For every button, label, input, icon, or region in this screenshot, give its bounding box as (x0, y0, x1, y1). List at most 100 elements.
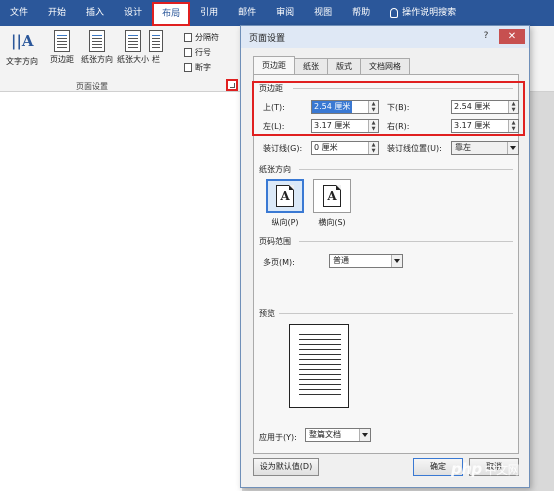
margins-button[interactable]: 页边距 (42, 30, 82, 65)
multiple-pages-value: 普通 (333, 256, 349, 265)
tab-design[interactable]: 设计 (114, 0, 152, 26)
preview-line (299, 344, 341, 345)
tab-review[interactable]: 审阅 (266, 0, 304, 26)
help-icon[interactable]: ? (479, 30, 493, 43)
portrait-option[interactable]: A (266, 179, 304, 213)
watermark-suffix: 中文网 (484, 463, 520, 477)
tab-paper[interactable]: 纸张 (294, 58, 328, 74)
orientation-button[interactable]: 纸张方向 (77, 30, 117, 65)
bottom-margin-input[interactable]: 2.54 厘米 ▲ ▼ (451, 100, 519, 114)
preview-line (299, 339, 341, 340)
gutter-value: 0 厘米 (314, 143, 338, 152)
hyphenation-label: 断字 (195, 63, 211, 72)
left-margin-value: 3.17 厘米 (314, 121, 351, 130)
left-margin-input[interactable]: 3.17 厘米 ▲ ▼ (311, 119, 379, 133)
tab-layout[interactable]: 布局 (152, 1, 191, 26)
tab-mailings[interactable]: 邮件 (228, 0, 266, 26)
right-margin-label: 右(R): (387, 122, 410, 131)
dialog-tabs: 页边距 纸张 版式 文档网格 (253, 56, 410, 74)
text-direction-label: 文字方向 (6, 57, 38, 66)
top-margin-input[interactable]: 2.54 厘米 ▲ ▼ (311, 100, 379, 114)
preview-line (299, 359, 341, 360)
margins-icon (54, 30, 70, 52)
multiple-pages-label: 多页(M): (263, 258, 295, 267)
tab-help[interactable]: 帮助 (342, 0, 380, 26)
columns-icon (149, 30, 163, 52)
set-as-default-button[interactable]: 设为默认值(D) (253, 458, 319, 476)
preview-line (299, 389, 341, 390)
document-page[interactable] (0, 92, 242, 491)
lightbulb-icon (390, 8, 399, 18)
tab-view[interactable]: 视图 (304, 0, 342, 26)
line-numbers-label: 行号 (195, 48, 211, 57)
bottom-margin-value: 2.54 厘米 (454, 102, 491, 111)
page-setup-group-label: 页面设置 (76, 82, 108, 91)
ribbon-tab-bar: 文件 开始 插入 设计 布局 引用 邮件 审阅 视图 帮助 操作说明搜索 (0, 0, 554, 26)
right-margin-input[interactable]: 3.17 厘米 ▲ ▼ (451, 119, 519, 133)
gutter-position-label: 装订线位置(U): (387, 144, 442, 153)
chevron-down-icon (391, 255, 402, 267)
landscape-option[interactable]: A (313, 179, 351, 213)
orientation-divider (299, 169, 513, 170)
tab-home[interactable]: 开始 (38, 0, 76, 26)
php-watermark-logo: php 中文网 (451, 460, 547, 484)
apply-to-select[interactable]: 整篇文档 (305, 428, 371, 442)
preview-line (299, 394, 341, 395)
gutter-input[interactable]: 0 厘米 ▲ ▼ (311, 141, 379, 155)
preview-line (299, 374, 341, 375)
breaks-button[interactable]: 分隔符 (184, 32, 219, 43)
gutter-position-select[interactable]: 靠左 (451, 141, 519, 155)
watermark-brand: php (451, 460, 482, 478)
tell-me-label: 操作说明搜索 (402, 8, 457, 18)
tab-document-grid[interactable]: 文档网格 (360, 58, 410, 74)
line-numbers-icon (184, 48, 192, 57)
dialog-title-bar: 页面设置 ? ✕ (241, 26, 529, 48)
tab-margins[interactable]: 页边距 (253, 56, 295, 74)
tab-file[interactable]: 文件 (0, 0, 38, 26)
right-margin-spinner-icon[interactable]: ▲ ▼ (508, 120, 518, 132)
dialog-title: 页面设置 (249, 33, 286, 44)
text-direction-button[interactable]: ||A 文字方向 (2, 30, 42, 67)
tab-layout-dialog[interactable]: 版式 (327, 58, 361, 74)
text-direction-icon: ||A (11, 32, 34, 50)
pages-section-title: 页码范围 (259, 237, 291, 246)
preview-page (289, 324, 349, 408)
preview-line (299, 364, 341, 365)
top-margin-spinner-icon[interactable]: ▲ ▼ (368, 101, 378, 113)
orientation-icon (89, 30, 105, 52)
pages-divider (299, 241, 513, 242)
size-icon (125, 30, 141, 52)
preview-line (299, 369, 341, 370)
preview-line (299, 334, 341, 335)
breaks-icon (184, 33, 192, 42)
chevron-down-icon (507, 142, 518, 154)
line-numbers-button[interactable]: 行号 (184, 47, 211, 58)
chevron-down-icon (359, 429, 370, 441)
page-setup-launcher-icon[interactable] (226, 79, 238, 91)
landscape-label: 横向(S) (318, 218, 346, 227)
orientation-label: 纸张方向 (81, 55, 113, 64)
tab-references[interactable]: 引用 (190, 0, 228, 26)
gutter-spinner-icon[interactable]: ▲ ▼ (368, 142, 378, 154)
bottom-margin-label: 下(B): (387, 103, 410, 112)
right-margin-value: 3.17 厘米 (454, 121, 491, 130)
preview-line (299, 349, 341, 350)
tab-insert[interactable]: 插入 (76, 0, 114, 26)
gutter-label: 装订线(G): (263, 144, 303, 153)
hyphenation-button[interactable]: 断字 (184, 62, 211, 73)
columns-button[interactable]: 栏 (145, 30, 167, 65)
columns-label: 栏 (152, 55, 160, 64)
portrait-label: 纵向(P) (271, 218, 299, 227)
preview-line (299, 379, 341, 380)
bottom-margin-spinner-icon[interactable]: ▲ ▼ (508, 101, 518, 113)
preview-divider (279, 313, 513, 314)
portrait-page-icon: A (276, 185, 294, 207)
tell-me-search[interactable]: 操作说明搜索 (380, 0, 466, 26)
multiple-pages-select[interactable]: 普通 (329, 254, 403, 268)
close-icon[interactable]: ✕ (499, 29, 525, 44)
top-margin-value: 2.54 厘米 (312, 101, 353, 113)
left-margin-spinner-icon[interactable]: ▲ ▼ (368, 120, 378, 132)
orientation-section-title: 纸张方向 (259, 165, 291, 174)
preview-line (299, 384, 341, 385)
apply-to-value: 整篇文档 (309, 430, 341, 439)
